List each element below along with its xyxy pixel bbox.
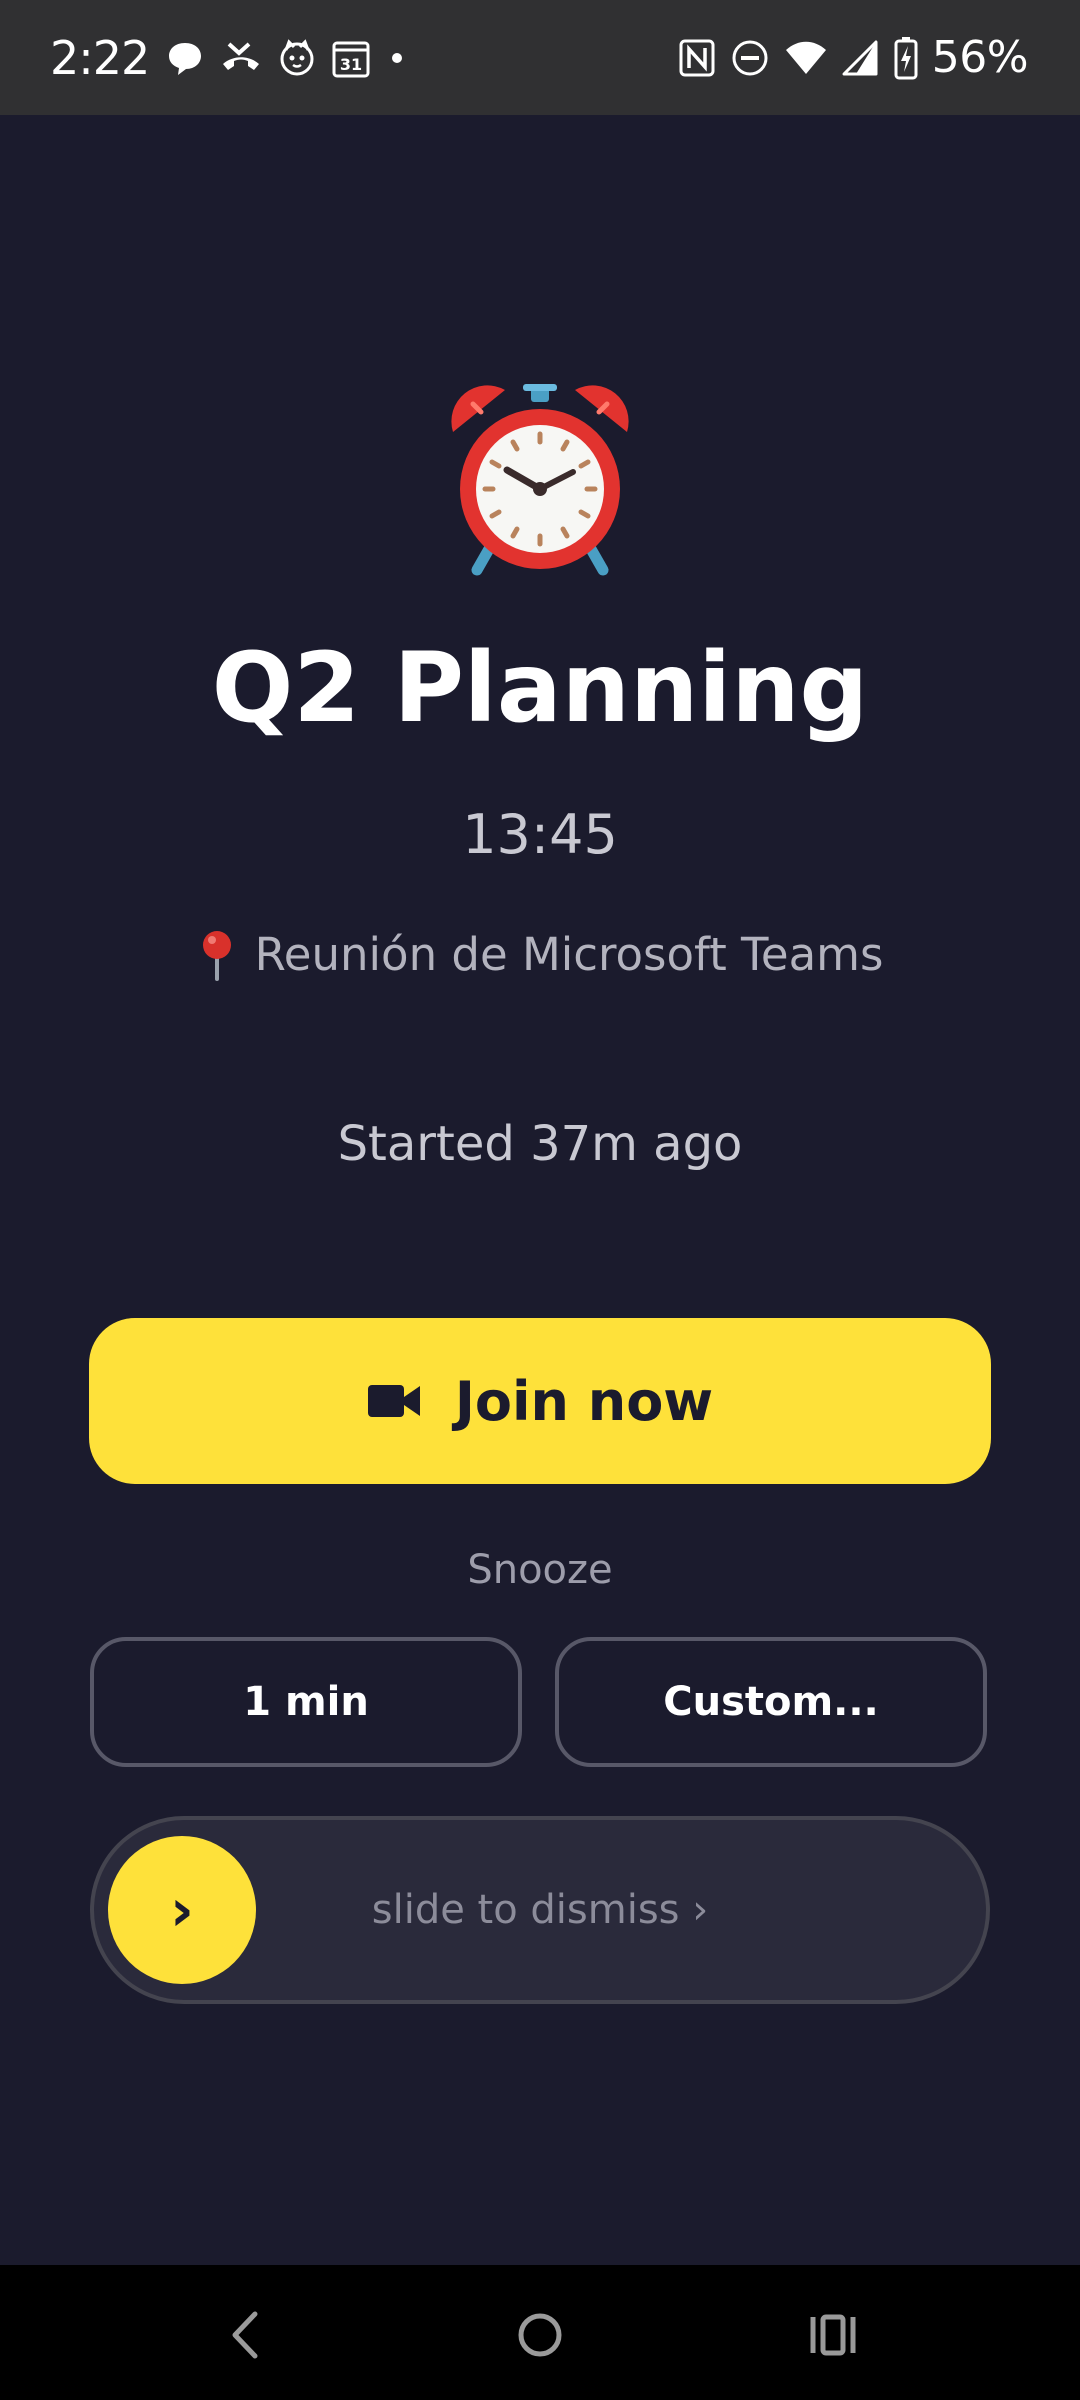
- home-icon[interactable]: [495, 2300, 585, 2370]
- dismiss-slider-handle[interactable]: ›: [108, 1836, 256, 1984]
- back-icon[interactable]: [200, 2300, 290, 2370]
- battery-percentage: 56%: [931, 32, 1029, 83]
- cat-app-icon: [277, 38, 317, 78]
- alarm-screen: 2:22 31 56% Q2 Planning 13:45 Reunión de…: [0, 0, 1080, 2400]
- status-bar: 2:22 31 56%: [0, 0, 1080, 115]
- meeting-title: Q2 Planning: [211, 632, 869, 744]
- status-time: 2:22: [50, 31, 150, 85]
- meeting-time: 13:45: [462, 803, 618, 866]
- snooze-label: Snooze: [467, 1547, 613, 1593]
- meeting-location: Reunión de Microsoft Teams: [0, 925, 1080, 985]
- alarm-clock-icon: [445, 382, 635, 582]
- recents-icon[interactable]: [788, 2300, 878, 2370]
- nfc-icon: [678, 38, 716, 78]
- slide-to-dismiss-track[interactable]: slide to dismiss › ›: [90, 1816, 990, 2004]
- notification-icons: 31: [165, 36, 409, 80]
- do-not-disturb-icon: [730, 38, 770, 78]
- join-now-button[interactable]: Join now: [89, 1318, 991, 1484]
- calendar-day: 31: [340, 55, 362, 74]
- started-ago-text: Started 37m ago: [337, 1116, 743, 1172]
- snooze-custom-button[interactable]: Custom...: [555, 1637, 987, 1767]
- system-icons: 56%: [678, 32, 1029, 84]
- battery-charging-icon: [894, 36, 918, 80]
- signal-icon: [842, 38, 880, 78]
- navigation-bar: [0, 2265, 1080, 2400]
- wifi-icon: [784, 38, 828, 78]
- chat-bubble-icon: [165, 38, 205, 78]
- video-camera-icon: [367, 1381, 421, 1421]
- snooze-1-min-button[interactable]: 1 min: [90, 1637, 522, 1767]
- dot-icon: [385, 38, 409, 78]
- missed-call-icon: [219, 38, 263, 78]
- calendar-icon: 31: [331, 37, 371, 79]
- location-text: Reunión de Microsoft Teams: [254, 928, 884, 981]
- join-now-label: Join now: [454, 1369, 714, 1433]
- pin-icon: [197, 929, 237, 981]
